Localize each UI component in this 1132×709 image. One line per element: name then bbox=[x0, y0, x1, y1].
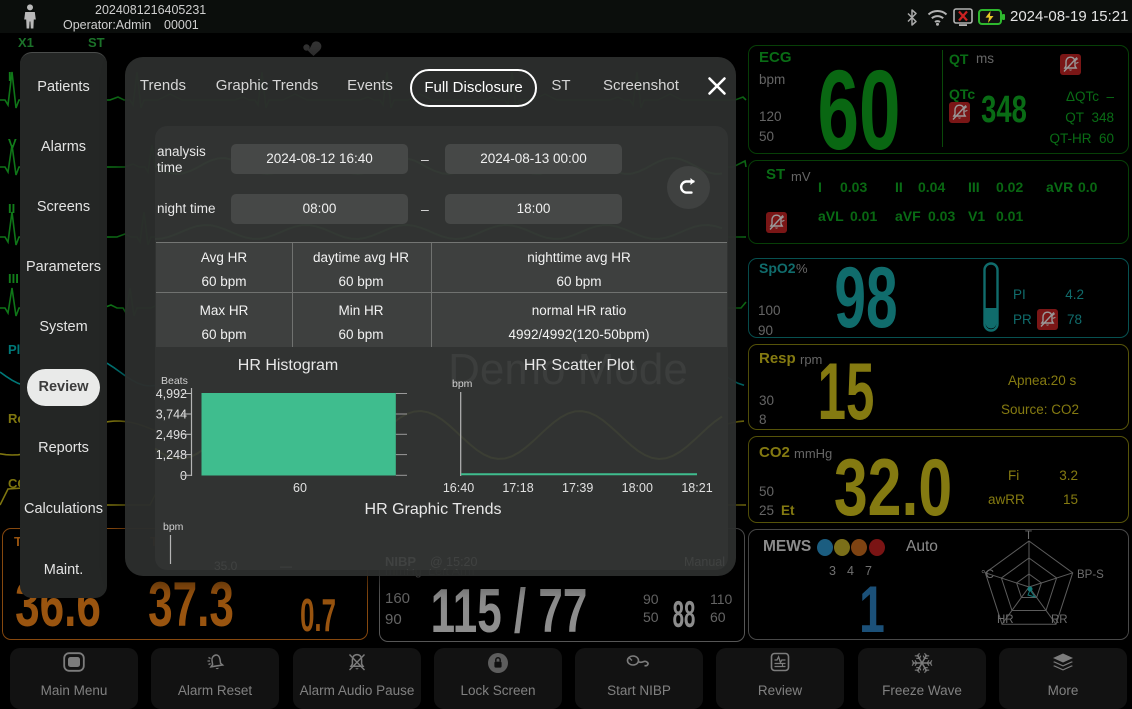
svg-text:16:40: 16:40 bbox=[443, 481, 474, 495]
svg-text:17:18: 17:18 bbox=[502, 481, 533, 495]
svg-text:HR Histogram: HR Histogram bbox=[238, 357, 338, 374]
svg-text:60: 60 bbox=[293, 481, 307, 495]
svg-text:bpm: bpm bbox=[163, 521, 184, 533]
svg-text:18:21: 18:21 bbox=[681, 481, 712, 495]
svg-text:HR Graphic Trends: HR Graphic Trends bbox=[365, 501, 502, 518]
svg-text:HR Scatter Plot: HR Scatter Plot bbox=[524, 357, 635, 374]
svg-text:bpm: bpm bbox=[452, 378, 473, 390]
svg-text:17:39: 17:39 bbox=[562, 481, 593, 495]
svg-text:18:00: 18:00 bbox=[622, 481, 653, 495]
svg-text:Beats: Beats bbox=[161, 375, 188, 387]
